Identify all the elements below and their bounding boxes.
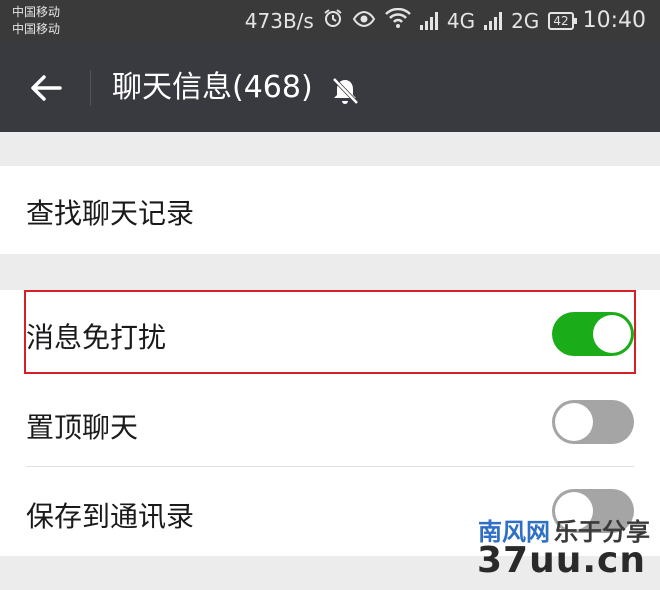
toggle-knob [555,403,593,441]
carrier-1: 中国移动 [12,5,61,19]
network-type-1: 4G [446,8,476,33]
sticky-chat-label: 置顶聊天 [26,411,139,444]
network-type-2: 2G [511,8,540,33]
header-divider [90,70,91,106]
eye-icon [352,9,376,33]
search-chat-history-label: 查找聊天记录 [26,197,195,230]
signal-icon [419,11,438,30]
sticky-chat-row[interactable]: 置顶聊天 [0,378,660,466]
search-chat-history-row[interactable]: 查找聊天记录 [0,166,660,254]
highlight-box [24,290,636,374]
status-bar: 中国移动 中国移动 473B/s 4G 2G 42 10:40 [0,0,660,44]
signal-icon-2 [484,11,503,30]
carrier-info: 中国移动 中国移动 [12,4,60,38]
clock: 10:40 [582,8,646,33]
save-to-contacts-label: 保存到通讯录 [26,500,195,533]
status-indicators: 473B/s 4G 2G 42 10:40 [244,7,646,33]
back-arrow-icon[interactable] [26,68,66,108]
muted-bell-icon [330,76,360,106]
wifi-icon [384,7,411,33]
carrier-2: 中国移动 [12,22,61,36]
sticky-chat-toggle[interactable] [552,400,634,444]
watermark: 南风网 乐于分享 37uu.cn [454,512,654,582]
header: 聊天信息(468) [0,44,660,132]
watermark-domain: 37uu.cn [477,540,646,581]
page-title: 聊天信息(468) [112,70,313,105]
net-speed: 473B/s [244,8,314,33]
battery-icon: 42 [548,11,577,30]
alarm-icon [323,8,343,33]
